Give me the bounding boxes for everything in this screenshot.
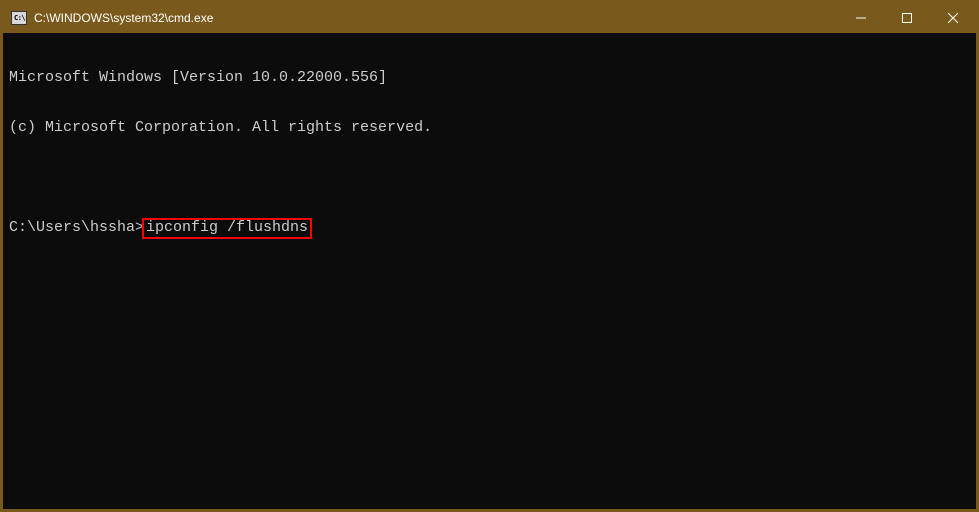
prompt-text: C:\Users\hssha> (9, 220, 144, 237)
minimize-button[interactable] (838, 3, 884, 33)
command-highlight: ipconfig /flushdns (142, 218, 312, 239)
maximize-button[interactable] (884, 3, 930, 33)
cmd-icon-text: C:\ (14, 15, 25, 22)
prompt-line: C:\Users\hssha>ipconfig /flushdns (9, 218, 970, 239)
cmd-icon: C:\ (11, 11, 27, 25)
close-button[interactable] (930, 3, 976, 33)
close-icon (948, 13, 958, 23)
maximize-icon (902, 13, 912, 23)
blank-line (9, 169, 970, 185)
version-line: Microsoft Windows [Version 10.0.22000.55… (9, 70, 970, 87)
titlebar[interactable]: C:\ C:\WINDOWS\system32\cmd.exe (3, 3, 976, 33)
minimize-icon (856, 13, 866, 23)
cmd-window: C:\ C:\WINDOWS\system32\cmd.exe (0, 0, 979, 512)
copyright-line: (c) Microsoft Corporation. All rights re… (9, 120, 970, 137)
terminal-output[interactable]: Microsoft Windows [Version 10.0.22000.55… (3, 33, 976, 509)
window-title: C:\WINDOWS\system32\cmd.exe (34, 11, 838, 25)
window-controls (838, 3, 976, 33)
